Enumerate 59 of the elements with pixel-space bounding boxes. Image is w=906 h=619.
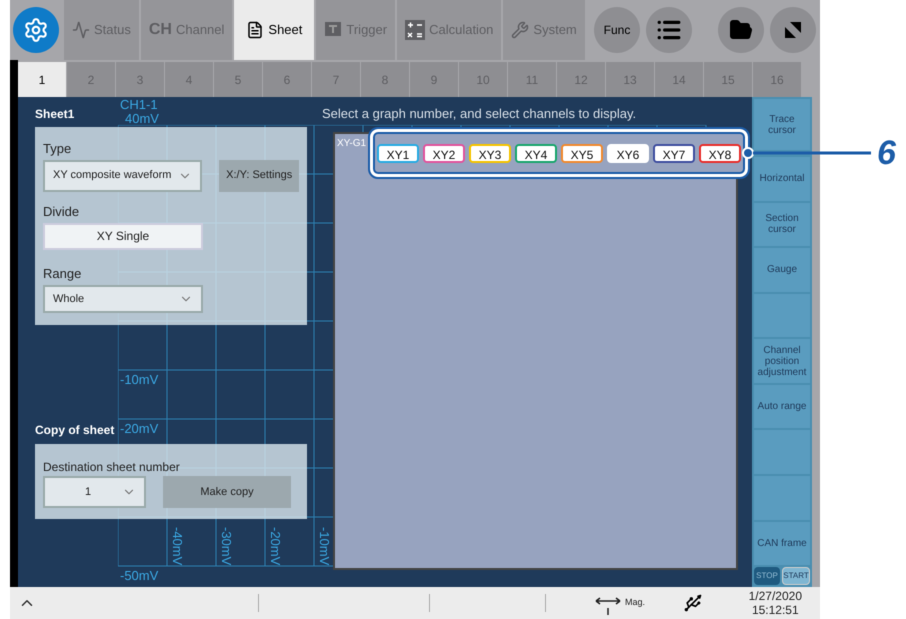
axis-label: -40mV: [170, 527, 184, 566]
xy-channel-button[interactable]: XY7: [653, 144, 695, 162]
xy-channel-button[interactable]: XY6: [607, 144, 649, 162]
status-time: 15:12:51: [752, 603, 799, 617]
folder-button[interactable]: [718, 7, 764, 53]
make-copy-button[interactable]: Make copy: [163, 476, 291, 508]
copy-title: Copy of sheet: [35, 422, 114, 439]
calculator-icon: [405, 20, 426, 40]
side-button[interactable]: Trace cursor: [754, 99, 810, 150]
side-button[interactable]: CAN frame: [754, 522, 810, 566]
destination-label: Destination sheet number: [43, 461, 181, 473]
axis-label: 40mV: [125, 112, 159, 125]
xy-channel-button[interactable]: XY2: [423, 144, 465, 162]
folder-icon: [729, 18, 753, 42]
usb-drive-icon: [683, 593, 704, 613]
settings-icon: [23, 17, 49, 43]
xy-channel-button[interactable]: XY8: [699, 144, 741, 162]
xy-channel-button[interactable]: XY5: [561, 144, 603, 162]
menu-button[interactable]: [646, 7, 692, 53]
side-button[interactable]: Gauge: [754, 248, 810, 292]
axis-label: -50mV: [120, 569, 158, 582]
axis-label: -20mV: [120, 422, 158, 435]
xy-channel-button[interactable]: XY3: [469, 144, 511, 162]
dialog-title: XY-G1: [337, 137, 366, 151]
xy-channel-button[interactable]: XY1: [377, 144, 419, 162]
start-button[interactable]: START: [782, 567, 810, 586]
instruction-text: Select a graph number, and select channels to display.: [322, 105, 636, 123]
sheet-title: Sheet1: [35, 106, 74, 123]
wrench-icon: [511, 21, 530, 39]
type-label: Type: [43, 140, 72, 158]
func-button[interactable]: Func: [594, 7, 640, 53]
divide-field[interactable]: XY Single: [43, 223, 203, 250]
expand-button[interactable]: [770, 7, 816, 53]
axis-label: CH1-1: [120, 98, 158, 111]
axis-label: -30mV: [219, 527, 233, 566]
sheet-number-tab[interactable]: 1: [18, 62, 66, 97]
settings-button[interactable]: [13, 7, 59, 53]
destination-dropdown[interactable]: 1: [43, 476, 146, 508]
waveform-icon: [72, 21, 90, 39]
side-button[interactable]: Horizontal: [754, 157, 810, 201]
function-tab[interactable]: Sheet: [234, 0, 314, 60]
type-dropdown[interactable]: XY composite waveform: [43, 160, 202, 192]
side-button[interactable]: Auto range: [754, 384, 810, 428]
side-button[interactable]: Section cursor: [754, 202, 810, 246]
xy-channel-button[interactable]: XY4: [515, 144, 557, 162]
axis-label: -10mV: [120, 373, 158, 386]
range-dropdown[interactable]: Whole: [43, 285, 203, 313]
stop-button[interactable]: STOP: [754, 567, 780, 586]
divide-label: Divide: [43, 202, 80, 220]
t-square-icon: [324, 21, 342, 39]
xy-settings-button[interactable]: X:/Y: Settings: [219, 160, 299, 192]
status-date: 1/27/2020: [748, 589, 802, 603]
side-button[interactable]: Channel position adjustment: [754, 339, 810, 383]
range-label: Range: [43, 264, 82, 283]
callout-number: 6: [877, 136, 896, 170]
mag-label: Mag.: [625, 596, 646, 610]
axis-label: -20mV: [268, 527, 282, 566]
document-icon: [246, 21, 264, 39]
axis-label: -10mV: [317, 527, 331, 566]
